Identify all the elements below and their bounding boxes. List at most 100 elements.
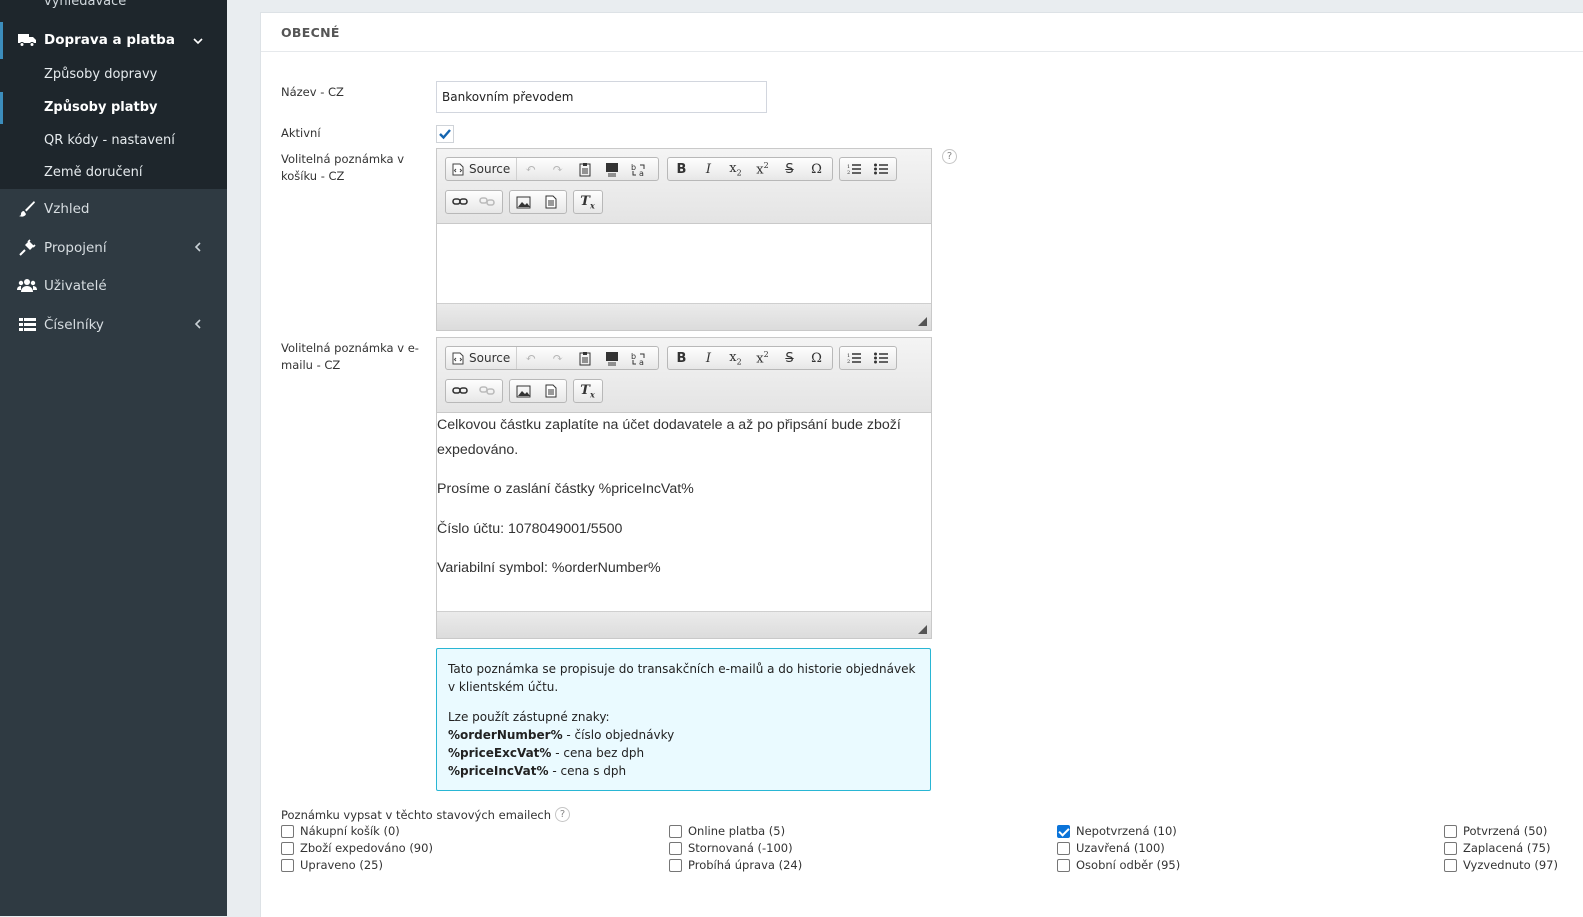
checkbox[interactable]	[1057, 858, 1070, 872]
paste-button[interactable]	[571, 347, 598, 369]
editor-body[interactable]	[437, 224, 931, 304]
special-char-button[interactable]: Ω	[803, 158, 830, 180]
checkbox-checked[interactable]	[1057, 824, 1070, 838]
status-checkbox-potvrzena[interactable]: Potvrzená (50)	[1444, 824, 1547, 838]
source-button[interactable]: Source	[446, 347, 518, 369]
status-checkbox-vyzvednuto[interactable]: Vyzvednuto (97)	[1444, 858, 1558, 872]
checkbox[interactable]	[1444, 858, 1457, 872]
resize-handle-icon[interactable]	[918, 317, 927, 326]
replace-button[interactable]: ba	[625, 347, 652, 369]
unlink-button[interactable]	[473, 380, 500, 402]
bullet-list-button[interactable]	[867, 347, 894, 369]
bold-button[interactable]: B	[668, 158, 695, 180]
superscript-icon: x2	[756, 349, 769, 367]
paste-text-button[interactable]	[598, 347, 625, 369]
sidebar-subitem-zeme-doruceni[interactable]: Země doručení	[44, 165, 142, 180]
strike-button[interactable]: S	[776, 158, 803, 180]
status-checkbox-online-platba[interactable]: Online platba (5)	[669, 824, 785, 838]
remove-format-button[interactable]: Tx	[574, 380, 601, 402]
editor-footer	[437, 303, 931, 330]
remove-format-button[interactable]: Tx	[574, 191, 601, 213]
help-icon[interactable]: ?	[942, 149, 957, 164]
sidebar-item-ciselniky[interactable]: Číselníky	[0, 306, 227, 344]
subscript-button[interactable]: x2	[722, 347, 749, 369]
resize-handle-icon[interactable]	[918, 625, 927, 634]
undo-button[interactable]: ↶	[517, 158, 544, 180]
superscript-button[interactable]: x2	[749, 347, 776, 369]
sidebar-item-vzhled[interactable]: Vzhled	[0, 190, 227, 228]
sidebar-subitem-zpusoby-dopravy[interactable]: Způsoby dopravy	[44, 67, 157, 82]
chevron-left-icon	[194, 319, 201, 329]
status-checkbox-stornovana[interactable]: Stornovaná (-100)	[669, 841, 793, 855]
checkbox[interactable]	[669, 824, 682, 838]
link-button[interactable]	[446, 191, 473, 213]
toolbar-group-basic: B I x2 x2 S Ω	[667, 346, 833, 370]
status-checkbox-upraveno[interactable]: Upraveno (25)	[281, 858, 383, 872]
subscript-icon: x2	[729, 349, 742, 367]
active-checkbox[interactable]	[436, 125, 454, 143]
template-button[interactable]	[537, 191, 564, 213]
image-button[interactable]	[510, 191, 537, 213]
status-checkbox-osobni-odber[interactable]: Osobní odběr (95)	[1057, 858, 1180, 872]
checkbox[interactable]	[669, 841, 682, 855]
checkbox[interactable]	[1444, 824, 1457, 838]
help-icon[interactable]: ?	[555, 807, 571, 822]
bold-button[interactable]: B	[668, 347, 695, 369]
bold-icon: B	[676, 161, 687, 177]
strike-icon: S	[785, 161, 794, 177]
italic-button[interactable]: I	[695, 347, 722, 369]
status-checkbox-zbozi-expedovano[interactable]: Zboží expedováno (90)	[281, 841, 433, 855]
sidebar-item-doprava-a-platba[interactable]: Doprava a platba	[0, 21, 227, 59]
omega-icon: Ω	[811, 350, 822, 366]
numbered-list-button[interactable]: 12	[840, 158, 867, 180]
status-checkbox-probiha-uprava[interactable]: Probíhá úprava (24)	[669, 858, 802, 872]
status-checkbox-nepotvrzena[interactable]: Nepotvrzená (10)	[1057, 824, 1177, 838]
toolbar-group-lists: 12	[839, 346, 897, 370]
strike-icon: S	[785, 350, 794, 366]
paste-text-button[interactable]	[598, 158, 625, 180]
paste-button[interactable]	[571, 158, 598, 180]
image-button[interactable]	[510, 380, 537, 402]
name-input[interactable]: Bankovním převodem	[436, 81, 767, 113]
template-button[interactable]	[537, 380, 564, 402]
checkbox[interactable]	[1057, 841, 1070, 855]
checkbox[interactable]	[281, 824, 294, 838]
numbered-list-button[interactable]: 12	[840, 347, 867, 369]
sidebar-subitem-qr-kody[interactable]: QR kódy - nastavení	[44, 133, 175, 148]
toolbar-group-lists: 12	[839, 157, 897, 181]
checkbox[interactable]	[281, 858, 294, 872]
sidebar-subitem-zpusoby-platby[interactable]: Způsoby platby	[44, 100, 158, 115]
checkbox[interactable]	[1444, 841, 1457, 855]
placeholder-desc: - cena s dph	[548, 764, 627, 778]
sidebar-item-uzivatele[interactable]: Uživatelé	[0, 267, 227, 305]
strike-button[interactable]: S	[776, 347, 803, 369]
bullet-list-button[interactable]	[867, 158, 894, 180]
superscript-button[interactable]: x2	[749, 158, 776, 180]
active-label: Aktivní	[281, 126, 321, 140]
italic-button[interactable]: I	[695, 158, 722, 180]
special-char-button[interactable]: Ω	[803, 347, 830, 369]
status-checkbox-zaplacena[interactable]: Zaplacená (75)	[1444, 841, 1550, 855]
status-checkbox-uzavrena[interactable]: Uzavřená (100)	[1057, 841, 1165, 855]
status-label: Osobní odběr (95)	[1076, 858, 1181, 872]
status-label: Online platba (5)	[688, 824, 786, 838]
unlink-button[interactable]	[473, 191, 500, 213]
redo-button[interactable]: ↷	[544, 347, 571, 369]
undo-button[interactable]: ↶	[517, 347, 544, 369]
source-button[interactable]: Source	[446, 158, 518, 180]
editor-body[interactable]: Celkovou částku zaplatíte na účet dodava…	[437, 413, 931, 581]
placeholder-row: %priceExcVat% - cena bez dph	[448, 744, 919, 762]
replace-button[interactable]: ba	[625, 158, 652, 180]
link-button[interactable]	[446, 380, 473, 402]
editor-paragraph: Variabilní symbol: %orderNumber%	[437, 560, 661, 576]
cart-note-label: Volitelná poznámka v košíku - CZ	[281, 152, 405, 183]
sidebar-item-label: Číselníky	[44, 317, 104, 333]
redo-button[interactable]: ↷	[544, 158, 571, 180]
toolbar-group-insert	[509, 190, 567, 214]
checkbox[interactable]	[281, 841, 294, 855]
sidebar-item-cut[interactable]: vyhledávače	[44, 0, 126, 9]
checkbox[interactable]	[669, 858, 682, 872]
status-checkbox-nakupni-kosik[interactable]: Nákupní košík (0)	[281, 824, 400, 838]
sidebar-item-propojeni[interactable]: Propojení	[0, 229, 227, 267]
subscript-button[interactable]: x2	[722, 158, 749, 180]
